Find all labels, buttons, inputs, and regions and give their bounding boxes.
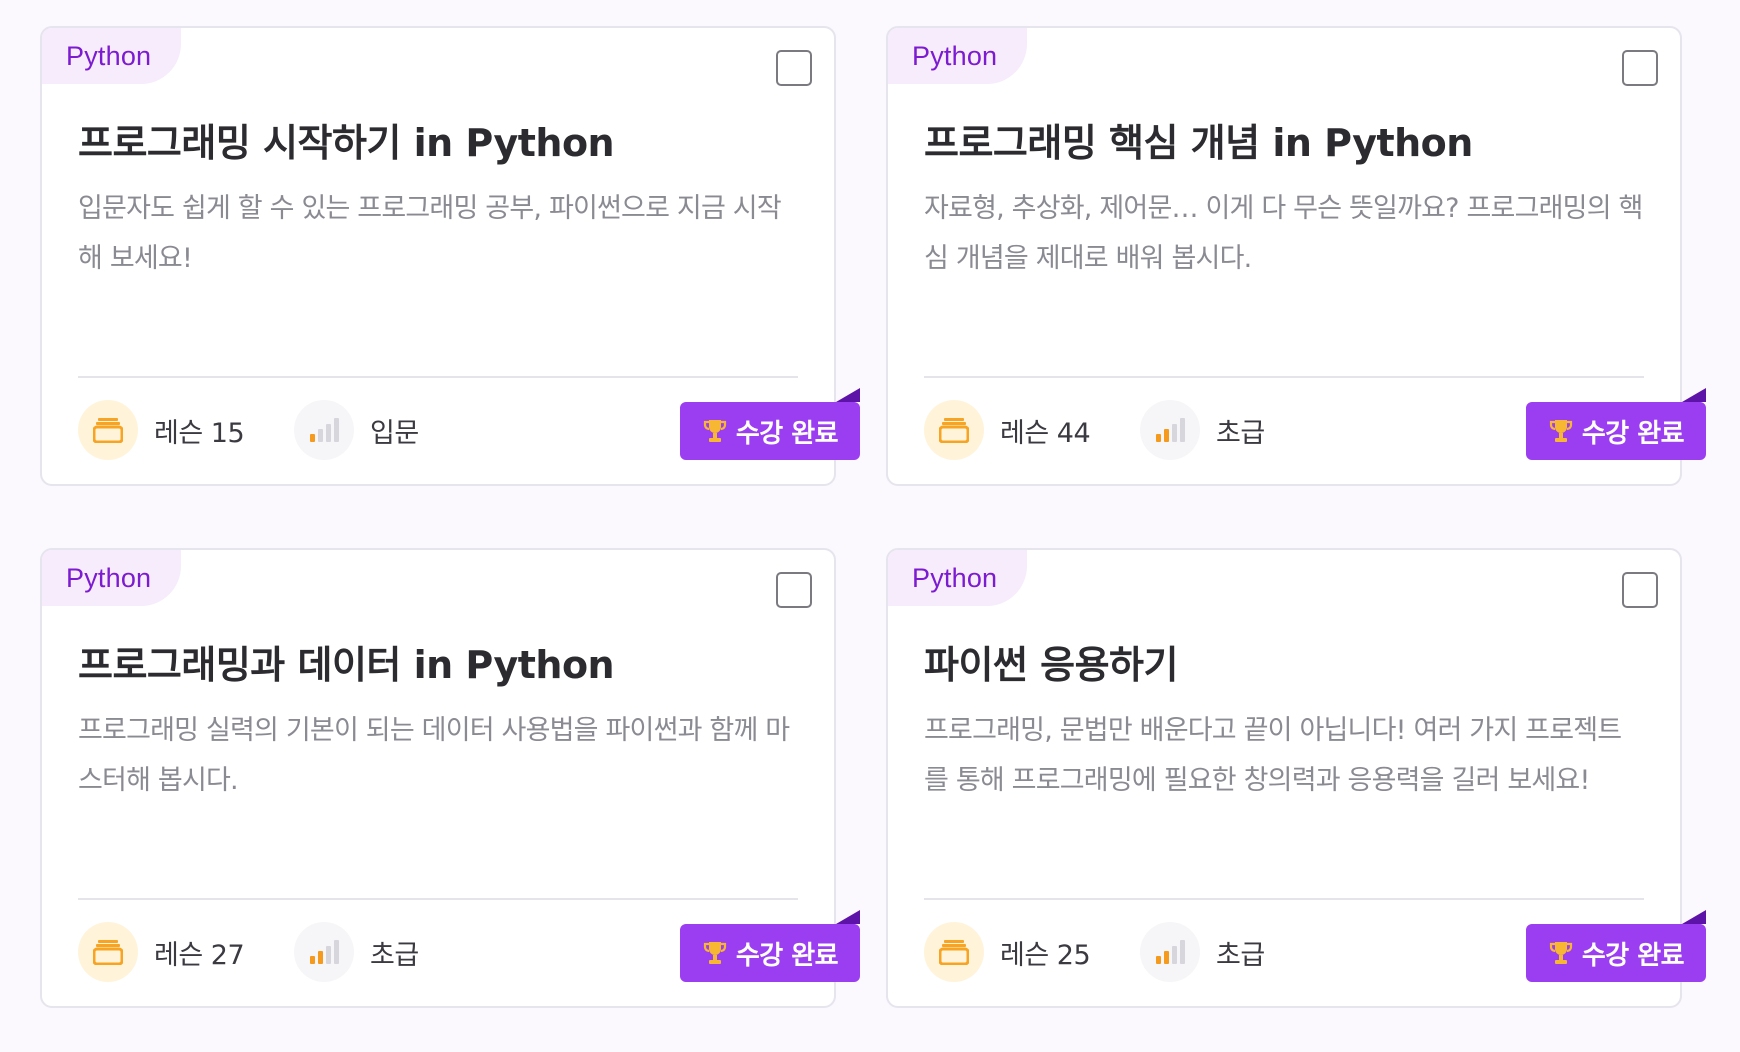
course-level: 초급 (1216, 417, 1265, 449)
course-level: 초급 (370, 939, 419, 971)
select-checkbox[interactable] (776, 50, 812, 86)
course-meta: 레슨 25 초급 (924, 922, 1265, 982)
course-title[interactable]: 프로그래밍 핵심 개념 in Python (924, 112, 1644, 167)
course-description: 프로그래밍 실력의 기본이 되는 데이터 사용법을 파이썬과 함께 마스터해 봅… (78, 715, 790, 796)
completed-badge[interactable]: 수강 완료 (680, 388, 860, 460)
trophy-icon (702, 418, 728, 444)
completed-badge[interactable]: 수강 완료 (680, 910, 860, 982)
divider (924, 898, 1644, 900)
course-card[interactable]: Python 파이썬 응용하기 프로그래밍, 문법만 배운다고 끝이 아닙니다!… (886, 548, 1706, 1008)
course-card[interactable]: Python 프로그래밍 핵심 개념 in Python 자료형, 추상화, 제… (886, 26, 1706, 486)
divider (78, 376, 798, 378)
course-level: 입문 (370, 417, 419, 449)
select-checkbox[interactable] (1622, 50, 1658, 86)
topic-tag: Python (888, 550, 1028, 606)
lesson-count: 레슨 25 (1000, 939, 1091, 971)
course-meta: 레슨 44 초급 (924, 400, 1265, 460)
signal-bars-icon (294, 922, 354, 982)
course-description: 자료형, 추상화, 제어문… 이게 다 무슨 뜻일까요? 프로그래밍의 핵심 개… (924, 193, 1643, 274)
course-card[interactable]: Python 프로그래밍 시작하기 in Python 입문자도 쉽게 할 수 … (40, 26, 860, 486)
signal-bars-icon (294, 400, 354, 460)
signal-bars-icon (1140, 922, 1200, 982)
completed-badge[interactable]: 수강 완료 (1526, 910, 1706, 982)
course-card[interactable]: Python 프로그래밍과 데이터 in Python 프로그래밍 실력의 기본… (40, 548, 860, 1008)
stack-icon (924, 400, 984, 460)
stack-icon (78, 922, 138, 982)
course-title[interactable]: 프로그래밍 시작하기 in Python (78, 112, 798, 167)
topic-tag: Python (888, 28, 1028, 84)
course-title[interactable]: 파이썬 응용하기 (924, 634, 1644, 689)
lesson-count: 레슨 27 (154, 939, 245, 971)
trophy-icon (702, 940, 728, 966)
signal-bars-icon (1140, 400, 1200, 460)
lesson-count: 레슨 15 (154, 417, 245, 449)
trophy-icon (1548, 418, 1574, 444)
select-checkbox[interactable] (1622, 572, 1658, 608)
course-description: 프로그래밍, 문법만 배운다고 끝이 아닙니다! 여러 가지 프로젝트를 통해 … (924, 715, 1622, 796)
trophy-icon (1548, 940, 1574, 966)
topic-tag: Python (42, 28, 182, 84)
stack-icon (924, 922, 984, 982)
course-meta: 레슨 27 초급 (78, 922, 419, 982)
badge-label: 수강 완료 (735, 418, 839, 449)
course-description: 입문자도 쉽게 할 수 있는 프로그래밍 공부, 파이썬으로 지금 시작해 보세… (78, 193, 782, 274)
badge-label: 수강 완료 (735, 940, 839, 971)
completed-badge[interactable]: 수강 완료 (1526, 388, 1706, 460)
stack-icon (78, 400, 138, 460)
course-title[interactable]: 프로그래밍과 데이터 in Python (78, 634, 798, 689)
topic-tag: Python (42, 550, 182, 606)
course-level: 초급 (1216, 939, 1265, 971)
badge-label: 수강 완료 (1581, 940, 1685, 971)
divider (78, 898, 798, 900)
lesson-count: 레슨 44 (1000, 417, 1091, 449)
course-meta: 레슨 15 입문 (78, 400, 419, 460)
course-grid: Python 프로그래밍 시작하기 in Python 입문자도 쉽게 할 수 … (40, 26, 1706, 1008)
divider (924, 376, 1644, 378)
select-checkbox[interactable] (776, 572, 812, 608)
badge-label: 수강 완료 (1581, 418, 1685, 449)
